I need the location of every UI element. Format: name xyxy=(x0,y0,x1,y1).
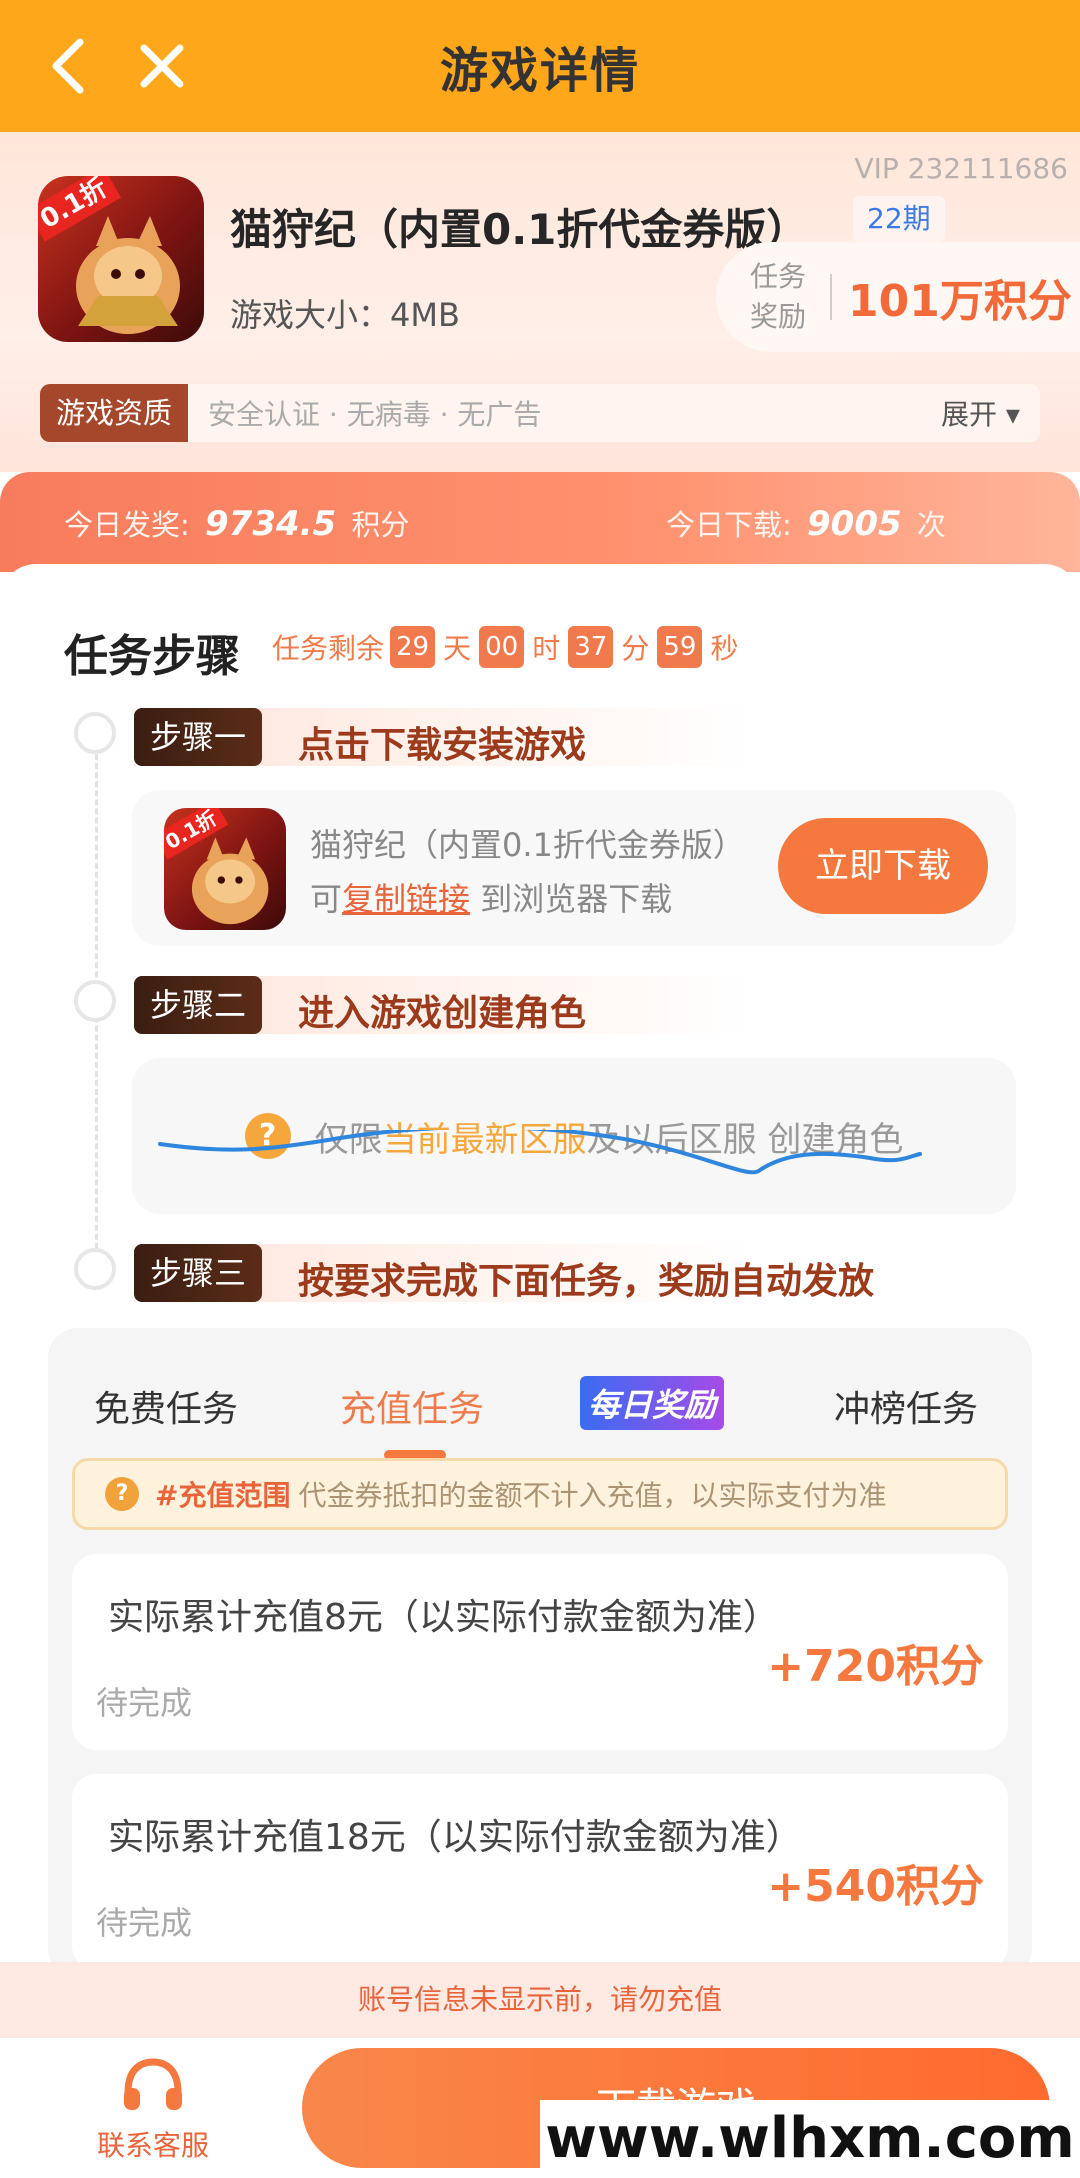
qualification-items: 安全认证 · 无病毒 · 无广告 xyxy=(208,398,542,431)
download-now-button[interactable]: 立即下载 xyxy=(778,818,988,914)
task-points: +720积分 xyxy=(767,1641,984,1692)
today-download-value: 9005 xyxy=(807,504,902,544)
game-info-section: 0.1折 VIP 232111686 猫狩纪（内置0.1折代金券版） 22期 游… xyxy=(0,132,1080,472)
step2-circle xyxy=(74,980,116,1022)
task-points: +540积分 xyxy=(767,1861,984,1912)
reward-label: 任务奖励 xyxy=(750,260,807,333)
task-desc: 实际累计充值8元（以实际付款金额为准） xyxy=(108,1597,779,1638)
step2-tag: 步骤二 xyxy=(134,976,263,1034)
tab-daily-rewards[interactable]: 每日奖励 xyxy=(580,1376,725,1430)
headset-icon xyxy=(124,2058,182,2110)
recharge-warning: 账号信息未显示前，请勿充值 xyxy=(0,1962,1080,2038)
step1-circle xyxy=(74,712,116,754)
countdown-minutes-unit: 分 xyxy=(621,632,650,665)
steps-title: 任务步骤 xyxy=(64,631,240,682)
today-award: 今日发奖: 9734.5 积分 xyxy=(64,502,409,544)
countdown-hours-unit: 时 xyxy=(532,632,561,665)
watermark: www.wlhxm.com xyxy=(540,2100,1080,2178)
info-icon: ? xyxy=(105,1477,139,1511)
download-card: 0.1折 猫狩纪（内置0.1折代金券版） 可复制链接 到浏览器下载 立即下载 xyxy=(132,790,1016,946)
today-award-unit: 积分 xyxy=(351,508,410,542)
daily-stats-band: 今日发奖: 9734.5 积分 今日下载: 9005 次 xyxy=(0,472,1080,572)
task-status: 待完成 xyxy=(96,1684,193,1722)
today-download-unit: 次 xyxy=(916,508,946,542)
task-item[interactable]: 实际累计充值8元（以实际付款金额为准） +720积分 待完成 xyxy=(72,1554,1008,1750)
task-status: 待完成 xyxy=(96,1904,193,1942)
reward-divider xyxy=(830,274,832,320)
task-desc: 实际累计充值18元（以实际付款金额为准） xyxy=(108,1817,802,1858)
step3-text: 按要求完成下面任务，奖励自动发放 xyxy=(298,1261,875,1302)
step3-tag: 步骤三 xyxy=(134,1244,263,1302)
customer-service-button[interactable]: 联系客服 xyxy=(88,2058,218,2164)
customer-service-label: 联系客服 xyxy=(96,2129,209,2162)
copy-link-line: 可复制链接 到浏览器下载 xyxy=(310,874,672,920)
expand-button[interactable]: 展开 ▾ xyxy=(941,393,1020,433)
game-name: 猫狩纪（内置0.1折代金券版） xyxy=(230,205,809,254)
recharge-scope-notice: ? #充值范围 代金券抵扣的金额不计入充值，以实际支付为准 xyxy=(72,1458,1008,1530)
game-icon-small: 0.1折 xyxy=(164,808,286,930)
countdown-days-unit: 天 xyxy=(443,632,472,665)
copy-prefix: 可 xyxy=(310,880,343,918)
countdown-seconds: 59 xyxy=(657,626,703,668)
tasks-panel: 免费任务 充值任务 每日奖励 冲榜任务 ? #充值范围 代金券抵扣的金额不计入充… xyxy=(48,1328,1032,1978)
qualification-bar[interactable]: 游戏资质 安全认证 · 无病毒 · 无广告 展开 ▾ xyxy=(40,384,1040,442)
close-icon[interactable] xyxy=(136,40,188,92)
countdown-hours: 00 xyxy=(479,626,525,668)
reward-amount: 101万积分 xyxy=(848,276,1072,327)
tab-free-tasks[interactable]: 免费任务 xyxy=(94,1380,238,1432)
step2-text: 进入游戏创建角色 xyxy=(298,993,587,1034)
qualification-tag: 游戏资质 xyxy=(40,384,189,442)
step3-circle xyxy=(74,1248,116,1290)
tab-ranking-tasks[interactable]: 冲榜任务 xyxy=(834,1380,978,1432)
copy-link[interactable]: 复制链接 xyxy=(342,880,470,918)
countdown-prefix: 任务剩余 xyxy=(272,632,385,665)
download-game-name: 猫狩纪（内置0.1折代金券版） xyxy=(310,826,745,864)
task-card: 任务步骤 任务剩余 29 天 00 时 37 分 59 秒 步骤一 点击下载安装… xyxy=(0,564,1080,1978)
top-bar: 游戏详情 xyxy=(0,0,1080,132)
step1-tag: 步骤一 xyxy=(134,708,263,766)
copy-suffix: 到浏览器下载 xyxy=(470,880,673,918)
page-title: 游戏详情 xyxy=(439,43,640,99)
vip-id: VIP 232111686 xyxy=(854,152,1068,185)
task-item[interactable]: 实际累计充值18元（以实际付款金额为准） +540积分 待完成 xyxy=(72,1774,1008,1970)
today-download-label: 今日下载: xyxy=(666,508,792,542)
step1-text: 点击下载安装游戏 xyxy=(298,725,587,766)
back-arrow-icon[interactable] xyxy=(44,36,94,96)
game-icon: 0.1折 xyxy=(38,176,204,342)
notice-highlight: #充值范围 xyxy=(155,1479,291,1512)
today-award-value: 9734.5 xyxy=(205,504,337,544)
annotation-squiggle xyxy=(158,1130,922,1175)
notice-text: 代金券抵扣的金额不计入充值，以实际支付为准 xyxy=(298,1479,887,1512)
countdown-seconds-unit: 秒 xyxy=(710,632,739,665)
countdown-days: 29 xyxy=(390,626,436,668)
task-reward-pill: 任务奖励 101万积分 xyxy=(716,242,1080,352)
countdown: 任务剩余 29 天 00 时 37 分 59 秒 xyxy=(272,626,740,668)
today-award-label: 今日发奖: xyxy=(64,508,190,542)
tab-recharge-tasks[interactable]: 充值任务 xyxy=(340,1380,484,1432)
today-download: 今日下载: 9005 次 xyxy=(666,502,946,544)
period-badge: 22期 xyxy=(853,196,945,242)
countdown-minutes: 37 xyxy=(568,626,614,668)
game-size: 游戏大小：4MB xyxy=(230,296,460,334)
